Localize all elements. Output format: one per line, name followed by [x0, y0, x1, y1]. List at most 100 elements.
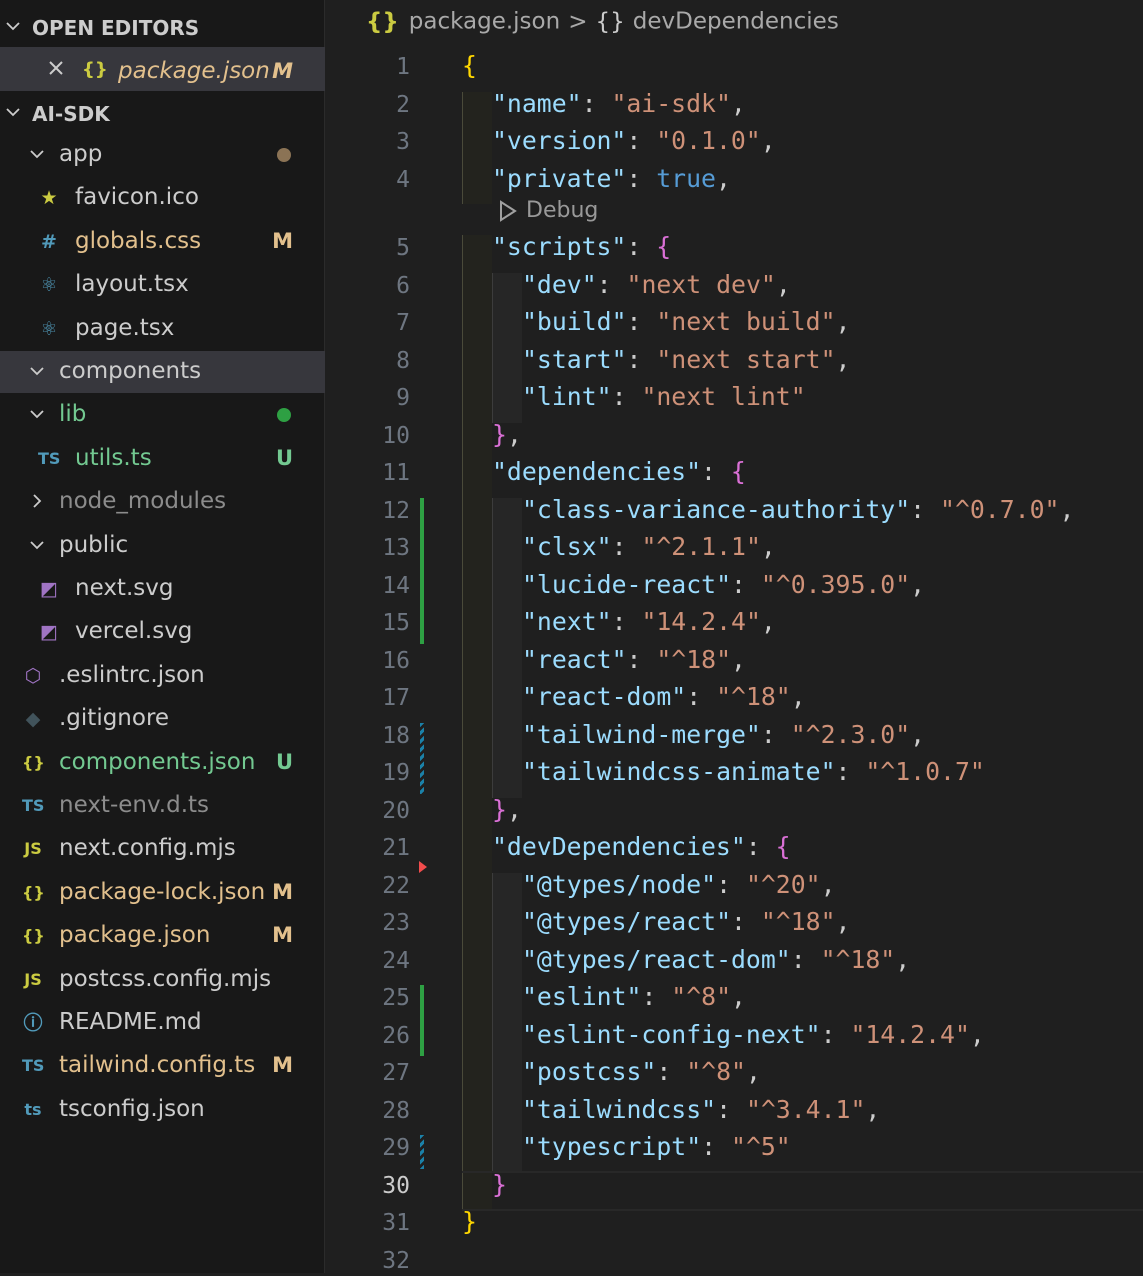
file-next-env-d-ts[interactable]: TS next-env.d.ts [0, 785, 325, 827]
file-layout-tsx[interactable]: ⚛ layout.tsx [0, 264, 325, 306]
code-line[interactable]: "lint": "next lint" [522, 382, 806, 412]
code-line[interactable]: }, [492, 795, 522, 825]
file-package-lock-json[interactable]: {} package-lock.json M [0, 872, 325, 914]
explorer-sidebar: OPEN EDITORS{} package.json M AI-SDK app ★ fav… [0, 0, 325, 1273]
code-line[interactable]: "eslint-config-next": "14.2.4", [522, 1020, 985, 1050]
line-number: 26 [382, 1022, 410, 1049]
code-token: , [775, 269, 791, 299]
section-header-open-editors[interactable]: OPEN EDITORS [0, 6, 325, 46]
code-token: , [506, 419, 522, 449]
code-line[interactable]: }, [492, 420, 522, 450]
file-favicon-ico[interactable]: ★ favicon.ico [0, 177, 325, 219]
code-line[interactable]: "eslint": "^8", [522, 982, 746, 1012]
code-line[interactable]: "tailwindcss": "^3.4.1", [522, 1095, 880, 1125]
chevron-down-icon [28, 405, 46, 423]
code-token: "dependencies" [492, 457, 702, 486]
code-line[interactable]: } [492, 1170, 507, 1200]
file-postcss-config-mjs[interactable]: JS postcss.config.mjs [0, 959, 325, 1001]
code-line[interactable]: "postcss": "^8", [522, 1057, 761, 1087]
code-token: "0.1.0" [656, 126, 761, 155]
code-token: , [731, 644, 746, 674]
git-deleted-marker [419, 860, 427, 873]
code-line[interactable]: "@types/react": "^18", [522, 907, 850, 937]
code-token: "@types/react-dom" [522, 944, 791, 974]
file-page-tsx[interactable]: ⚛ page.tsx [0, 308, 325, 350]
code-line[interactable]: "lucide-react": "^0.395.0", [522, 570, 925, 600]
tsconfig-icon: ts [24, 1099, 42, 1119]
code-line[interactable]: "next": "14.2.4", [522, 607, 776, 637]
code-token: "react" [522, 644, 627, 674]
code-line[interactable]: "tailwind-merge": "^2.3.0", [522, 720, 925, 750]
code-line[interactable]: "dependencies": { [492, 457, 746, 487]
code-line[interactable]: "@types/react-dom": "^18", [522, 945, 910, 975]
file-eslintrc-json[interactable]: ⬡ .eslintrc.json [0, 655, 325, 697]
star-icon: ★ [40, 187, 58, 210]
code-token: "tailwind-merge" [522, 719, 761, 749]
code-line[interactable]: "typescript": "^5" [522, 1132, 791, 1162]
breadcrumb-symbol[interactable]: devDependencies [633, 9, 839, 35]
code-line[interactable]: "scripts": { [492, 232, 671, 262]
code-line[interactable]: "start": "next start", [522, 345, 850, 375]
code-token: , [760, 532, 776, 561]
code-line[interactable]: "tailwindcss-animate": "^1.0.7" [522, 757, 985, 787]
file-vercel-svg[interactable]: ◩ vercel.svg [0, 611, 325, 653]
code-token: "next dev" [626, 269, 776, 299]
code-token: "^18" [716, 682, 791, 711]
folder-node-modules[interactable]: node_modules [0, 481, 325, 523]
folder-components[interactable]: components [0, 351, 325, 393]
breadcrumb-file[interactable]: package.json [409, 9, 560, 35]
code-line[interactable]: "dev": "next dev", [522, 270, 791, 300]
code-token: "^0.7.0" [940, 494, 1060, 524]
file-package-json[interactable]: {} package.json M [0, 915, 325, 957]
code-line[interactable]: "@types/node": "^20", [522, 870, 836, 900]
file-gitignore[interactable]: ◆ .gitignore [0, 698, 325, 740]
code-line[interactable]: "build": "next build", [522, 307, 850, 337]
code-token: } [492, 419, 507, 449]
section-header-ai-sdk[interactable]: AI-SDK [0, 92, 325, 132]
folder-public[interactable]: public [0, 525, 325, 567]
code-token: "next" [522, 607, 612, 636]
chevron-right-icon [28, 492, 46, 510]
chevron-down-icon [28, 536, 46, 554]
close-icon[interactable] [45, 59, 67, 81]
file-utils-ts[interactable]: TS utils.ts U [0, 438, 325, 480]
code-token: "^3.4.1" [745, 1094, 866, 1124]
file-label: next-env.d.ts [59, 792, 210, 818]
line-number: 3 [396, 129, 410, 155]
file-tsconfig-json[interactable]: ts tsconfig.json [0, 1089, 325, 1131]
file-next-config-mjs[interactable]: JS next.config.mjs [0, 828, 325, 870]
line-number: 1 [396, 54, 410, 80]
current-line-highlight [462, 1170, 1143, 1211]
file-next-svg[interactable]: ◩ next.svg [0, 568, 325, 610]
code-token: : [626, 344, 657, 374]
file-label: layout.tsx [75, 271, 189, 298]
line-number: 9 [396, 385, 410, 411]
code-line[interactable]: "class-variance-authority": "^0.7.0", [522, 495, 1074, 525]
react-icon: ⚛ [40, 274, 58, 297]
code-line[interactable]: } [462, 1207, 477, 1237]
folder-app[interactable]: app [0, 134, 325, 176]
section-title: AI-SDK [32, 102, 110, 126]
code-line[interactable]: "devDependencies": { [492, 832, 791, 862]
debug-codelens[interactable]: Debug [498, 198, 598, 223]
folder-lib[interactable]: lib [0, 394, 325, 436]
code-line[interactable]: "react": "^18", [522, 645, 746, 675]
code-line[interactable]: "name": "ai-sdk", [492, 89, 746, 119]
file-readme-md[interactable]: ⓘ README.md [0, 1002, 325, 1044]
line-number: 4 [396, 166, 410, 193]
code-line[interactable]: { [462, 51, 477, 81]
code-line[interactable]: "private": true, [492, 164, 731, 194]
file-components-json[interactable]: {} components.json U [0, 742, 325, 784]
ts-icon: TS [22, 796, 45, 815]
code-token: , [835, 307, 851, 336]
file-tailwind-config-ts[interactable]: TS tailwind.config.ts M [0, 1045, 325, 1087]
open-editor-item[interactable]: {} package.json M [0, 47, 325, 91]
file-globals-css[interactable]: # globals.css M [0, 221, 325, 263]
svg-icon: ◩ [40, 578, 58, 600]
json-braces-icon: {} [366, 8, 399, 35]
code-line[interactable]: "version": "0.1.0", [492, 126, 776, 156]
code-editor[interactable]: {} package.json > {} devDependencies Debug 1… [326, 0, 1143, 1274]
code-line[interactable]: "react-dom": "^18", [522, 682, 806, 712]
line-number: 7 [396, 310, 410, 336]
code-line[interactable]: "clsx": "^2.1.1", [522, 532, 776, 562]
